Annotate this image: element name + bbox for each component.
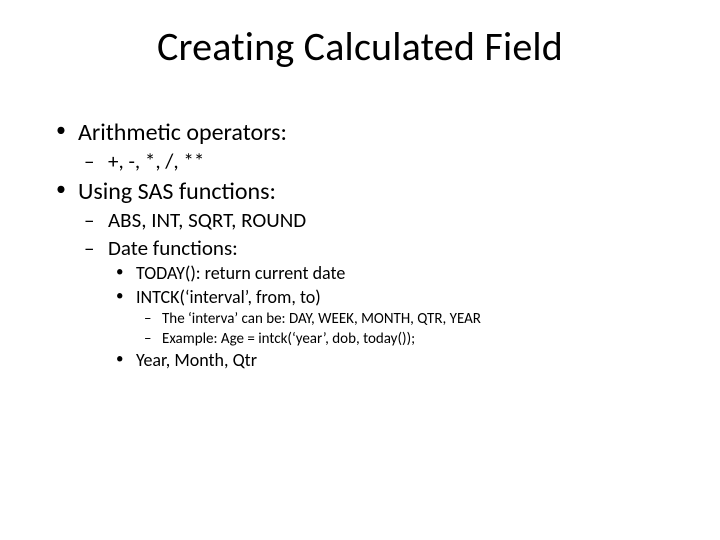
bullet-sas-functions: Using SAS functions: ABS, INT, SQRT, ROU… — [52, 177, 668, 372]
bullet-text: TODAY(): return current date — [136, 262, 345, 284]
bullet-text: Example: Age = intck(‘year’, dob, today(… — [162, 330, 415, 348]
bullet-operators: +, -, *, /, ** — [78, 149, 668, 175]
bullet-text: +, -, *, /, ** — [108, 148, 204, 174]
slide-title: Creating Calculated Field — [0, 22, 720, 71]
bullet-arithmetic: Arithmetic operators: +, -, *, /, ** — [52, 118, 668, 175]
bullet-text: ABS, INT, SQRT, ROUND — [108, 207, 306, 233]
bullet-text: INTCK(‘interval’, from, to) — [136, 286, 321, 308]
bullet-text: Date functions: — [108, 235, 238, 261]
bullet-text: Using SAS functions: — [78, 177, 276, 206]
bullet-example: Example: Age = intck(‘year’, dob, today(… — [136, 330, 668, 348]
bullet-date-functions: Date functions: TODAY(): return current … — [78, 236, 668, 372]
slide-body: Arithmetic operators: +, -, *, /, ** Usi… — [52, 118, 668, 374]
bullet-text: Year, Month, Qtr — [136, 349, 257, 371]
bullet-text: The ‘interva’ can be: DAY, WEEK, MONTH, … — [162, 310, 481, 328]
slide: Creating Calculated Field Arithmetic ope… — [0, 0, 720, 540]
bullet-intck: INTCK(‘interval’, from, to) The ‘interva… — [108, 287, 668, 348]
bullet-abs-int: ABS, INT, SQRT, ROUND — [78, 208, 668, 234]
bullet-interval-values: The ‘interva’ can be: DAY, WEEK, MONTH, … — [136, 310, 668, 328]
bullet-year-month-qtr: Year, Month, Qtr — [108, 350, 668, 372]
bullet-today: TODAY(): return current date — [108, 263, 668, 285]
bullet-text: Arithmetic operators: — [78, 118, 287, 147]
